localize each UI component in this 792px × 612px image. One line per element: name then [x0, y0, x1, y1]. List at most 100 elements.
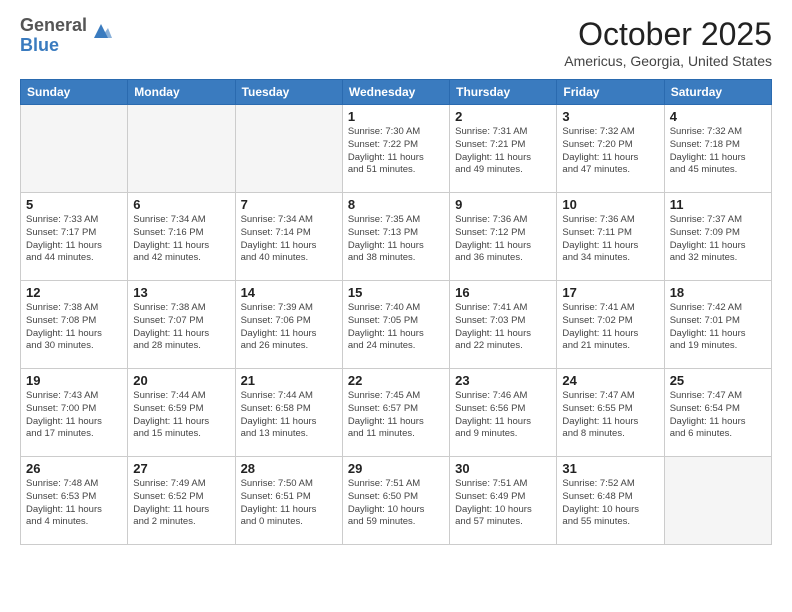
- day-number: 4: [670, 109, 766, 124]
- col-friday: Friday: [557, 80, 664, 105]
- table-row: 22Sunrise: 7:45 AM Sunset: 6:57 PM Dayli…: [342, 369, 449, 457]
- day-number: 13: [133, 285, 229, 300]
- table-row: 8 Sunrise: 7:35 AM Sunset: 7:13 PM Daylig…: [342, 193, 449, 281]
- day-number: 18: [670, 285, 766, 300]
- table-row: 31 Sunrise: 7:52 AM Sunset: 6:48 PM Dayli…: [557, 457, 664, 545]
- day-number: 6: [133, 197, 229, 212]
- day-number: 1: [348, 109, 444, 124]
- table-row: 10 Sunrise: 7:36 AM Sunset: 7:11 PM Dayli…: [557, 193, 664, 281]
- calendar-week-row: 19Sunrise: 7:43 AM Sunset: 7:00 PM Dayli…: [21, 369, 772, 457]
- col-thursday: Thursday: [450, 80, 557, 105]
- day-info: Sunrise: 7:39 AM Sunset: 7:06 PM Dayligh…: [241, 302, 337, 353]
- day-info: Sunrise: 7:35 AM Sunset: 7:13 PM Dayligh…: [348, 214, 444, 265]
- table-row: 4Sunrise: 7:32 AM Sunset: 7:18 PM Daylig…: [664, 105, 771, 193]
- day-info: Sunrise: 7:47 AM Sunset: 6:55 PM Dayligh…: [562, 390, 658, 441]
- header: General Blue October 2025 Americus, Geor…: [20, 16, 772, 69]
- table-row: 6 Sunrise: 7:34 AM Sunset: 7:16 PM Daylig…: [128, 193, 235, 281]
- day-number: 17: [562, 285, 658, 300]
- calendar-body: 1 Sunrise: 7:30 AM Sunset: 7:22 PM Daylig…: [21, 105, 772, 545]
- day-info: Sunrise: 7:31 AM Sunset: 7:21 PM Dayligh…: [455, 126, 551, 177]
- table-row: 7Sunrise: 7:34 AM Sunset: 7:14 PM Daylig…: [235, 193, 342, 281]
- table-row: 12Sunrise: 7:38 AM Sunset: 7:08 PM Dayli…: [21, 281, 128, 369]
- logo-blue: Blue: [20, 35, 59, 55]
- day-info: Sunrise: 7:34 AM Sunset: 7:14 PM Dayligh…: [241, 214, 337, 265]
- day-number: 20: [133, 373, 229, 388]
- calendar-table: Sunday Monday Tuesday Wednesday Thursday…: [20, 79, 772, 545]
- table-row: 15Sunrise: 7:40 AM Sunset: 7:05 PM Dayli…: [342, 281, 449, 369]
- day-info: Sunrise: 7:36 AM Sunset: 7:11 PM Dayligh…: [562, 214, 658, 265]
- table-row: [235, 105, 342, 193]
- table-row: 14 Sunrise: 7:39 AM Sunset: 7:06 PM Dayli…: [235, 281, 342, 369]
- day-number: 24: [562, 373, 658, 388]
- day-number: 29: [348, 461, 444, 476]
- table-row: 30 Sunrise: 7:51 AM Sunset: 6:49 PM Dayli…: [450, 457, 557, 545]
- table-row: [664, 457, 771, 545]
- logo-general: General: [20, 15, 87, 35]
- day-info: Sunrise: 7:48 AM Sunset: 6:53 PM Dayligh…: [26, 478, 122, 529]
- table-row: 1 Sunrise: 7:30 AM Sunset: 7:22 PM Daylig…: [342, 105, 449, 193]
- table-row: 19Sunrise: 7:43 AM Sunset: 7:00 PM Dayli…: [21, 369, 128, 457]
- day-info: Sunrise: 7:34 AM Sunset: 7:16 PM Dayligh…: [133, 214, 229, 265]
- day-info: Sunrise: 7:44 AM Sunset: 6:59 PM Dayligh…: [133, 390, 229, 441]
- day-number: 12: [26, 285, 122, 300]
- day-number: 22: [348, 373, 444, 388]
- table-row: 20 Sunrise: 7:44 AM Sunset: 6:59 PM Dayli…: [128, 369, 235, 457]
- day-number: 21: [241, 373, 337, 388]
- calendar-week-row: 5Sunrise: 7:33 AM Sunset: 7:17 PM Daylig…: [21, 193, 772, 281]
- table-row: [21, 105, 128, 193]
- page-container: General Blue October 2025 Americus, Geor…: [0, 0, 792, 612]
- day-info: Sunrise: 7:38 AM Sunset: 7:07 PM Dayligh…: [133, 302, 229, 353]
- day-info: Sunrise: 7:52 AM Sunset: 6:48 PM Dayligh…: [562, 478, 658, 529]
- logo: General Blue: [20, 16, 112, 56]
- day-info: Sunrise: 7:30 AM Sunset: 7:22 PM Dayligh…: [348, 126, 444, 177]
- day-number: 3: [562, 109, 658, 124]
- day-info: Sunrise: 7:41 AM Sunset: 7:03 PM Dayligh…: [455, 302, 551, 353]
- day-number: 16: [455, 285, 551, 300]
- day-info: Sunrise: 7:50 AM Sunset: 6:51 PM Dayligh…: [241, 478, 337, 529]
- table-row: 13 Sunrise: 7:38 AM Sunset: 7:07 PM Dayli…: [128, 281, 235, 369]
- table-row: [128, 105, 235, 193]
- day-info: Sunrise: 7:51 AM Sunset: 6:50 PM Dayligh…: [348, 478, 444, 529]
- day-info: Sunrise: 7:51 AM Sunset: 6:49 PM Dayligh…: [455, 478, 551, 529]
- table-row: 11 Sunrise: 7:37 AM Sunset: 7:09 PM Dayli…: [664, 193, 771, 281]
- day-number: 11: [670, 197, 766, 212]
- table-row: 23 Sunrise: 7:46 AM Sunset: 6:56 PM Dayli…: [450, 369, 557, 457]
- col-wednesday: Wednesday: [342, 80, 449, 105]
- day-number: 15: [348, 285, 444, 300]
- day-info: Sunrise: 7:46 AM Sunset: 6:56 PM Dayligh…: [455, 390, 551, 441]
- table-row: 21Sunrise: 7:44 AM Sunset: 6:58 PM Dayli…: [235, 369, 342, 457]
- table-row: 26 Sunrise: 7:48 AM Sunset: 6:53 PM Dayli…: [21, 457, 128, 545]
- day-number: 19: [26, 373, 122, 388]
- day-number: 26: [26, 461, 122, 476]
- day-number: 31: [562, 461, 658, 476]
- day-number: 25: [670, 373, 766, 388]
- day-number: 30: [455, 461, 551, 476]
- table-row: 5Sunrise: 7:33 AM Sunset: 7:17 PM Daylig…: [21, 193, 128, 281]
- col-saturday: Saturday: [664, 80, 771, 105]
- table-row: 16 Sunrise: 7:41 AM Sunset: 7:03 PM Dayli…: [450, 281, 557, 369]
- table-row: 24 Sunrise: 7:47 AM Sunset: 6:55 PM Dayli…: [557, 369, 664, 457]
- day-info: Sunrise: 7:41 AM Sunset: 7:02 PM Dayligh…: [562, 302, 658, 353]
- day-info: Sunrise: 7:42 AM Sunset: 7:01 PM Dayligh…: [670, 302, 766, 353]
- day-number: 14: [241, 285, 337, 300]
- day-number: 9: [455, 197, 551, 212]
- calendar-week-row: 12Sunrise: 7:38 AM Sunset: 7:08 PM Dayli…: [21, 281, 772, 369]
- col-tuesday: Tuesday: [235, 80, 342, 105]
- day-number: 10: [562, 197, 658, 212]
- day-number: 23: [455, 373, 551, 388]
- day-number: 28: [241, 461, 337, 476]
- title-block: October 2025 Americus, Georgia, United S…: [564, 16, 772, 69]
- table-row: 9 Sunrise: 7:36 AM Sunset: 7:12 PM Daylig…: [450, 193, 557, 281]
- calendar-header-row: Sunday Monday Tuesday Wednesday Thursday…: [21, 80, 772, 105]
- table-row: 2 Sunrise: 7:31 AM Sunset: 7:21 PM Daylig…: [450, 105, 557, 193]
- day-number: 8: [348, 197, 444, 212]
- table-row: 29 Sunrise: 7:51 AM Sunset: 6:50 PM Dayli…: [342, 457, 449, 545]
- day-info: Sunrise: 7:47 AM Sunset: 6:54 PM Dayligh…: [670, 390, 766, 441]
- day-info: Sunrise: 7:36 AM Sunset: 7:12 PM Dayligh…: [455, 214, 551, 265]
- day-info: Sunrise: 7:33 AM Sunset: 7:17 PM Dayligh…: [26, 214, 122, 265]
- table-row: 25 Sunrise: 7:47 AM Sunset: 6:54 PM Dayli…: [664, 369, 771, 457]
- day-info: Sunrise: 7:37 AM Sunset: 7:09 PM Dayligh…: [670, 214, 766, 265]
- calendar-week-row: 26 Sunrise: 7:48 AM Sunset: 6:53 PM Dayli…: [21, 457, 772, 545]
- day-number: 2: [455, 109, 551, 124]
- day-info: Sunrise: 7:49 AM Sunset: 6:52 PM Dayligh…: [133, 478, 229, 529]
